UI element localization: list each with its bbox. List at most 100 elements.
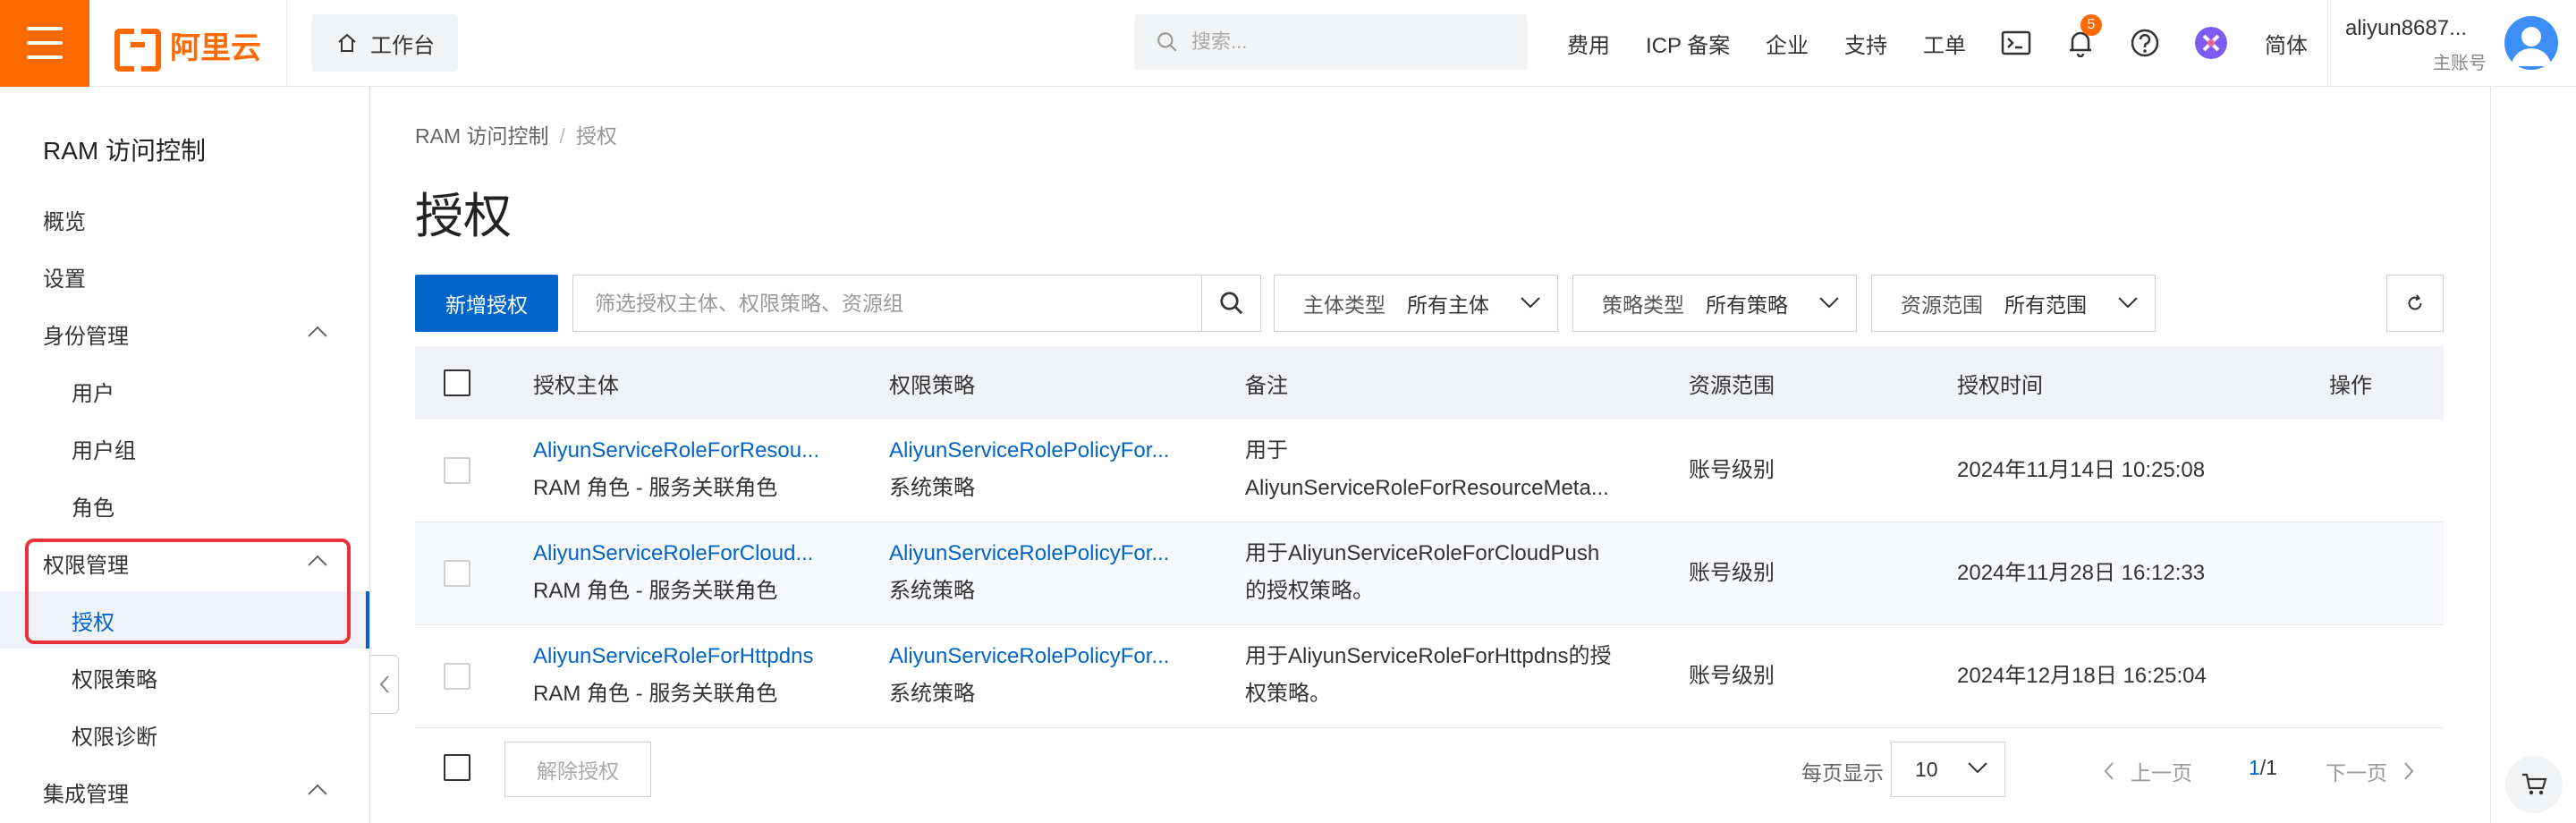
- sidebar-item-user-groups[interactable]: 用户组: [0, 420, 369, 477]
- principal-type: RAM 角色 - 服务关联角色: [533, 579, 778, 603]
- resource-scope: 账号级别: [1689, 458, 1775, 482]
- prev-page-label: 上一页: [2131, 761, 2192, 785]
- sidebar-item-roles[interactable]: 角色: [0, 477, 369, 534]
- refresh-button[interactable]: [2386, 275, 2444, 332]
- global-search[interactable]: [1134, 14, 1528, 70]
- sidebar-item-diagnosis[interactable]: 权限诊断: [0, 706, 369, 763]
- sidebar-item-label: 权限策略: [72, 667, 157, 692]
- note-line: AliyunServiceRoleForResourceMeta...: [1245, 476, 1609, 500]
- search-input[interactable]: [1191, 30, 1513, 54]
- aliyun-logo-mark: [114, 29, 161, 72]
- policy-link[interactable]: AliyunServiceRolePolicyFor...: [889, 535, 1169, 573]
- policy-type: 系统策略: [889, 682, 975, 706]
- menu-button[interactable]: [0, 0, 89, 87]
- row-checkbox[interactable]: [444, 663, 470, 690]
- page-indicator: 1/1: [2249, 756, 2277, 780]
- resource-scope-select[interactable]: 资源范围 所有范围: [1871, 275, 2156, 332]
- nav-support[interactable]: 支持: [1844, 0, 1887, 87]
- aliyun-logo[interactable]: 阿里云: [114, 25, 261, 72]
- menu-icon: [27, 27, 63, 30]
- row-checkbox[interactable]: [444, 560, 470, 587]
- policy-link[interactable]: AliyunServiceRolePolicyFor...: [889, 638, 1169, 675]
- principal-type-select[interactable]: 主体类型 所有主体: [1274, 275, 1558, 332]
- chevron-down-icon: [1521, 297, 1540, 309]
- principal-type: RAM 角色 - 服务关联角色: [533, 476, 778, 500]
- note-line: 权策略。: [1245, 682, 1331, 706]
- sidebar-item-label: 用户组: [72, 438, 136, 463]
- column-header: 操作: [2329, 373, 2372, 398]
- cart-button[interactable]: [2505, 756, 2563, 813]
- refresh-icon: [2408, 294, 2422, 310]
- breadcrumb-separator: /: [559, 124, 565, 148]
- chevron-down-icon: [1968, 762, 1987, 774]
- resource-scope: 账号级别: [1689, 664, 1775, 688]
- select-all-checkbox[interactable]: [444, 369, 470, 396]
- policy-type: 系统策略: [889, 579, 975, 603]
- sidebar-group-identity[interactable]: 身份管理: [0, 305, 369, 362]
- nav-support-label: 支持: [1844, 34, 1887, 58]
- chevron-down-icon: [2118, 297, 2138, 309]
- notification-button[interactable]: 5: [2063, 14, 2102, 61]
- notification-badge: 5: [2080, 14, 2102, 36]
- filter-search-button[interactable]: [1201, 276, 1260, 331]
- add-grant-button[interactable]: 新增授权: [415, 275, 558, 332]
- breadcrumb-root[interactable]: RAM 访问控制: [415, 124, 549, 148]
- nav-fees[interactable]: 费用: [1567, 0, 1610, 87]
- nav-ticket[interactable]: 工单: [1923, 0, 1966, 87]
- breadcrumb: RAM 访问控制 / 授权: [415, 119, 617, 149]
- policy-type-select[interactable]: 策略类型 所有策略: [1572, 275, 1857, 332]
- avatar[interactable]: [2504, 16, 2558, 70]
- chevron-down-icon: [1819, 297, 1839, 309]
- menu-icon-line: [27, 55, 63, 59]
- language-switch[interactable]: 简体: [2265, 0, 2308, 87]
- filter-input[interactable]: [573, 276, 1201, 331]
- table-row: AliyunServiceRoleForCloud... RAM 角色 - 服务…: [415, 522, 2444, 625]
- footer-select-all-checkbox[interactable]: [444, 754, 470, 781]
- total-pages: /1: [2259, 756, 2277, 779]
- workbench-button[interactable]: 工作台: [311, 14, 458, 72]
- app-icon: [2195, 27, 2227, 59]
- select-label: 策略类型: [1602, 293, 1684, 317]
- prev-page-button[interactable]: 上一页: [2102, 756, 2192, 786]
- next-page-button[interactable]: 下一页: [2326, 756, 2416, 786]
- policy-link[interactable]: AliyunServiceRolePolicyFor...: [889, 432, 1169, 470]
- help-icon: [2131, 29, 2159, 57]
- sidebar-item-settings[interactable]: 设置: [0, 248, 369, 305]
- row-checkbox[interactable]: [444, 457, 470, 484]
- principal-link[interactable]: AliyunServiceRoleForHttpdns: [533, 638, 813, 675]
- sidebar-item-label: 权限诊断: [72, 725, 157, 750]
- sidebar-item-users[interactable]: 用户: [0, 362, 369, 420]
- main-content: RAM 访问控制/授权 授权 新增授权 主体类型 所有主体 策略类型 所有策略 …: [370, 87, 2490, 823]
- search-icon: [1157, 32, 1177, 52]
- search-icon: [1219, 292, 1242, 315]
- menu-icon-line: [27, 41, 63, 45]
- sidebar-item-overview[interactable]: 概览: [0, 191, 369, 248]
- language-label: 简体: [2265, 34, 2308, 58]
- nav-icp[interactable]: ICP 备案: [1646, 0, 1730, 87]
- column-header: 备注: [1245, 373, 1288, 398]
- app-button[interactable]: [2193, 25, 2229, 61]
- nav-enterprise[interactable]: 企业: [1766, 0, 1809, 87]
- current-page: 1: [2249, 756, 2260, 779]
- grant-time: 2024年11月14日 10:25:08: [1957, 458, 2206, 482]
- user-name[interactable]: aliyun8687...: [2345, 16, 2467, 41]
- page-size-select[interactable]: 10: [1891, 742, 2005, 797]
- page-title: 授权: [415, 190, 512, 243]
- sidebar-item-label: 身份管理: [43, 324, 129, 349]
- sidebar-item-label: 角色: [72, 496, 114, 521]
- principal-link[interactable]: AliyunServiceRoleForCloud...: [533, 535, 813, 573]
- page-size-value: 10: [1915, 757, 1938, 781]
- sidebar-group-integration[interactable]: 集成管理: [0, 763, 369, 820]
- terminal-button[interactable]: [1998, 25, 2034, 61]
- nav-icp-label: ICP 备案: [1646, 34, 1731, 58]
- user-avatar-icon: [2512, 27, 2551, 66]
- filter-search: [572, 275, 1261, 332]
- note-line: 用于AliyunServiceRoleForCloudPush: [1245, 541, 1600, 565]
- principal-link[interactable]: AliyunServiceRoleForResou...: [533, 432, 819, 470]
- help-button[interactable]: [2127, 25, 2163, 61]
- sidebar-item-policies[interactable]: 权限策略: [0, 649, 369, 706]
- grant-time: 2024年12月18日 16:25:04: [1957, 664, 2207, 688]
- revoke-button[interactable]: 解除授权: [504, 742, 651, 797]
- policy-type: 系统策略: [889, 476, 975, 500]
- select-label: 资源范围: [1901, 293, 1983, 317]
